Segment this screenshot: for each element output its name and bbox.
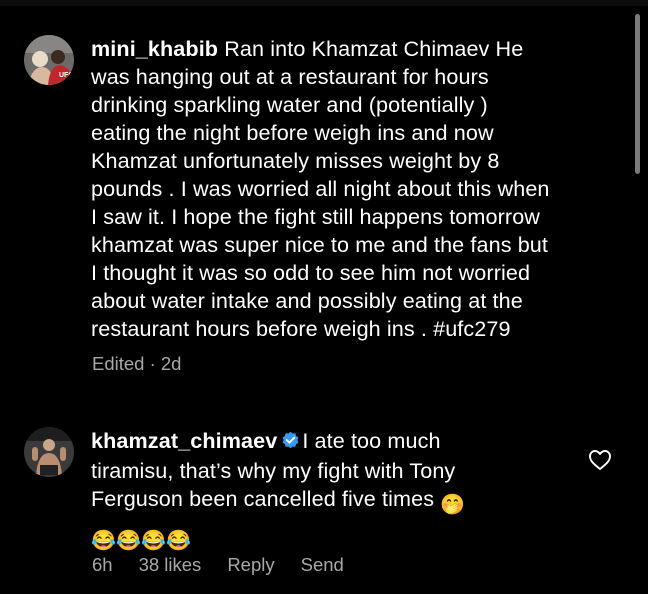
username[interactable]: mini_khabib xyxy=(91,36,218,61)
comment-meta: Edited · 2d xyxy=(92,353,207,375)
likes-count[interactable]: 38 likes xyxy=(139,554,202,575)
avatar[interactable] xyxy=(24,427,74,477)
top-divider xyxy=(0,0,648,6)
comment-line: khamzat was super nice to me and the fan… xyxy=(91,232,549,257)
reply-button[interactable]: Reply xyxy=(227,554,274,575)
comment-line: about water intake and possibly eating a… xyxy=(91,288,523,313)
hand-over-mouth-emoji-icon: 🤭 xyxy=(440,494,466,516)
verified-badge-icon xyxy=(281,429,300,457)
avatar[interactable]: UFC xyxy=(24,35,74,85)
send-button[interactable]: Send xyxy=(301,554,344,575)
scrollbar[interactable] xyxy=(635,14,640,174)
comment-line: was hanging out at a restaurant for hour… xyxy=(91,64,489,89)
avatar-photo-ufc: UFC xyxy=(24,35,74,85)
comment-line: pounds . I was worried all night about t… xyxy=(91,176,550,201)
edited-timestamp: Edited · 2d xyxy=(92,353,182,374)
comment-line: tiramisu, that’s why my fight with Tony xyxy=(91,458,456,483)
like-heart-icon[interactable] xyxy=(588,449,612,476)
laughing-tears-emoji-icon: 😂 xyxy=(141,530,167,552)
comment-line: eating the night before weigh ins and no… xyxy=(91,120,494,145)
svg-text:UFC: UFC xyxy=(59,72,73,79)
laughing-tears-emoji-icon: 😂 xyxy=(116,530,142,552)
comment-line: I thought it was so odd to see him not w… xyxy=(91,260,531,285)
comment-meta: 6h 38 likes Reply Send xyxy=(92,554,370,576)
comment-line: Khamzat unfortunately misses weight by 8 xyxy=(91,148,500,173)
username[interactable]: khamzat_chimaev xyxy=(91,428,277,453)
emoji-row: 😂😂😂😂 xyxy=(91,521,465,555)
comment-line: drinking sparkling water and (potentiall… xyxy=(91,92,488,117)
comment-time: 6h xyxy=(92,554,113,575)
comment-line: Ran into Khamzat Chimaev He xyxy=(224,36,524,61)
laughing-tears-emoji-icon: 😂 xyxy=(91,530,117,552)
comment-line: I saw it. I hope the fight still happens… xyxy=(91,204,540,229)
comment-body: mini_khabib Ran into Khamzat Chimaev He … xyxy=(91,35,550,343)
comment-line-hashtag[interactable]: restaurant hours before weigh ins . #ufc… xyxy=(91,315,550,343)
comment-line: I ate too much xyxy=(302,428,441,453)
avatar-photo-fighter xyxy=(24,427,74,477)
comment-line: Ferguson been cancelled five times xyxy=(91,486,435,511)
laughing-tears-emoji-icon: 😂 xyxy=(166,530,192,552)
comment-body: khamzat_chimaev I ate too much tiramisu, … xyxy=(91,427,465,555)
